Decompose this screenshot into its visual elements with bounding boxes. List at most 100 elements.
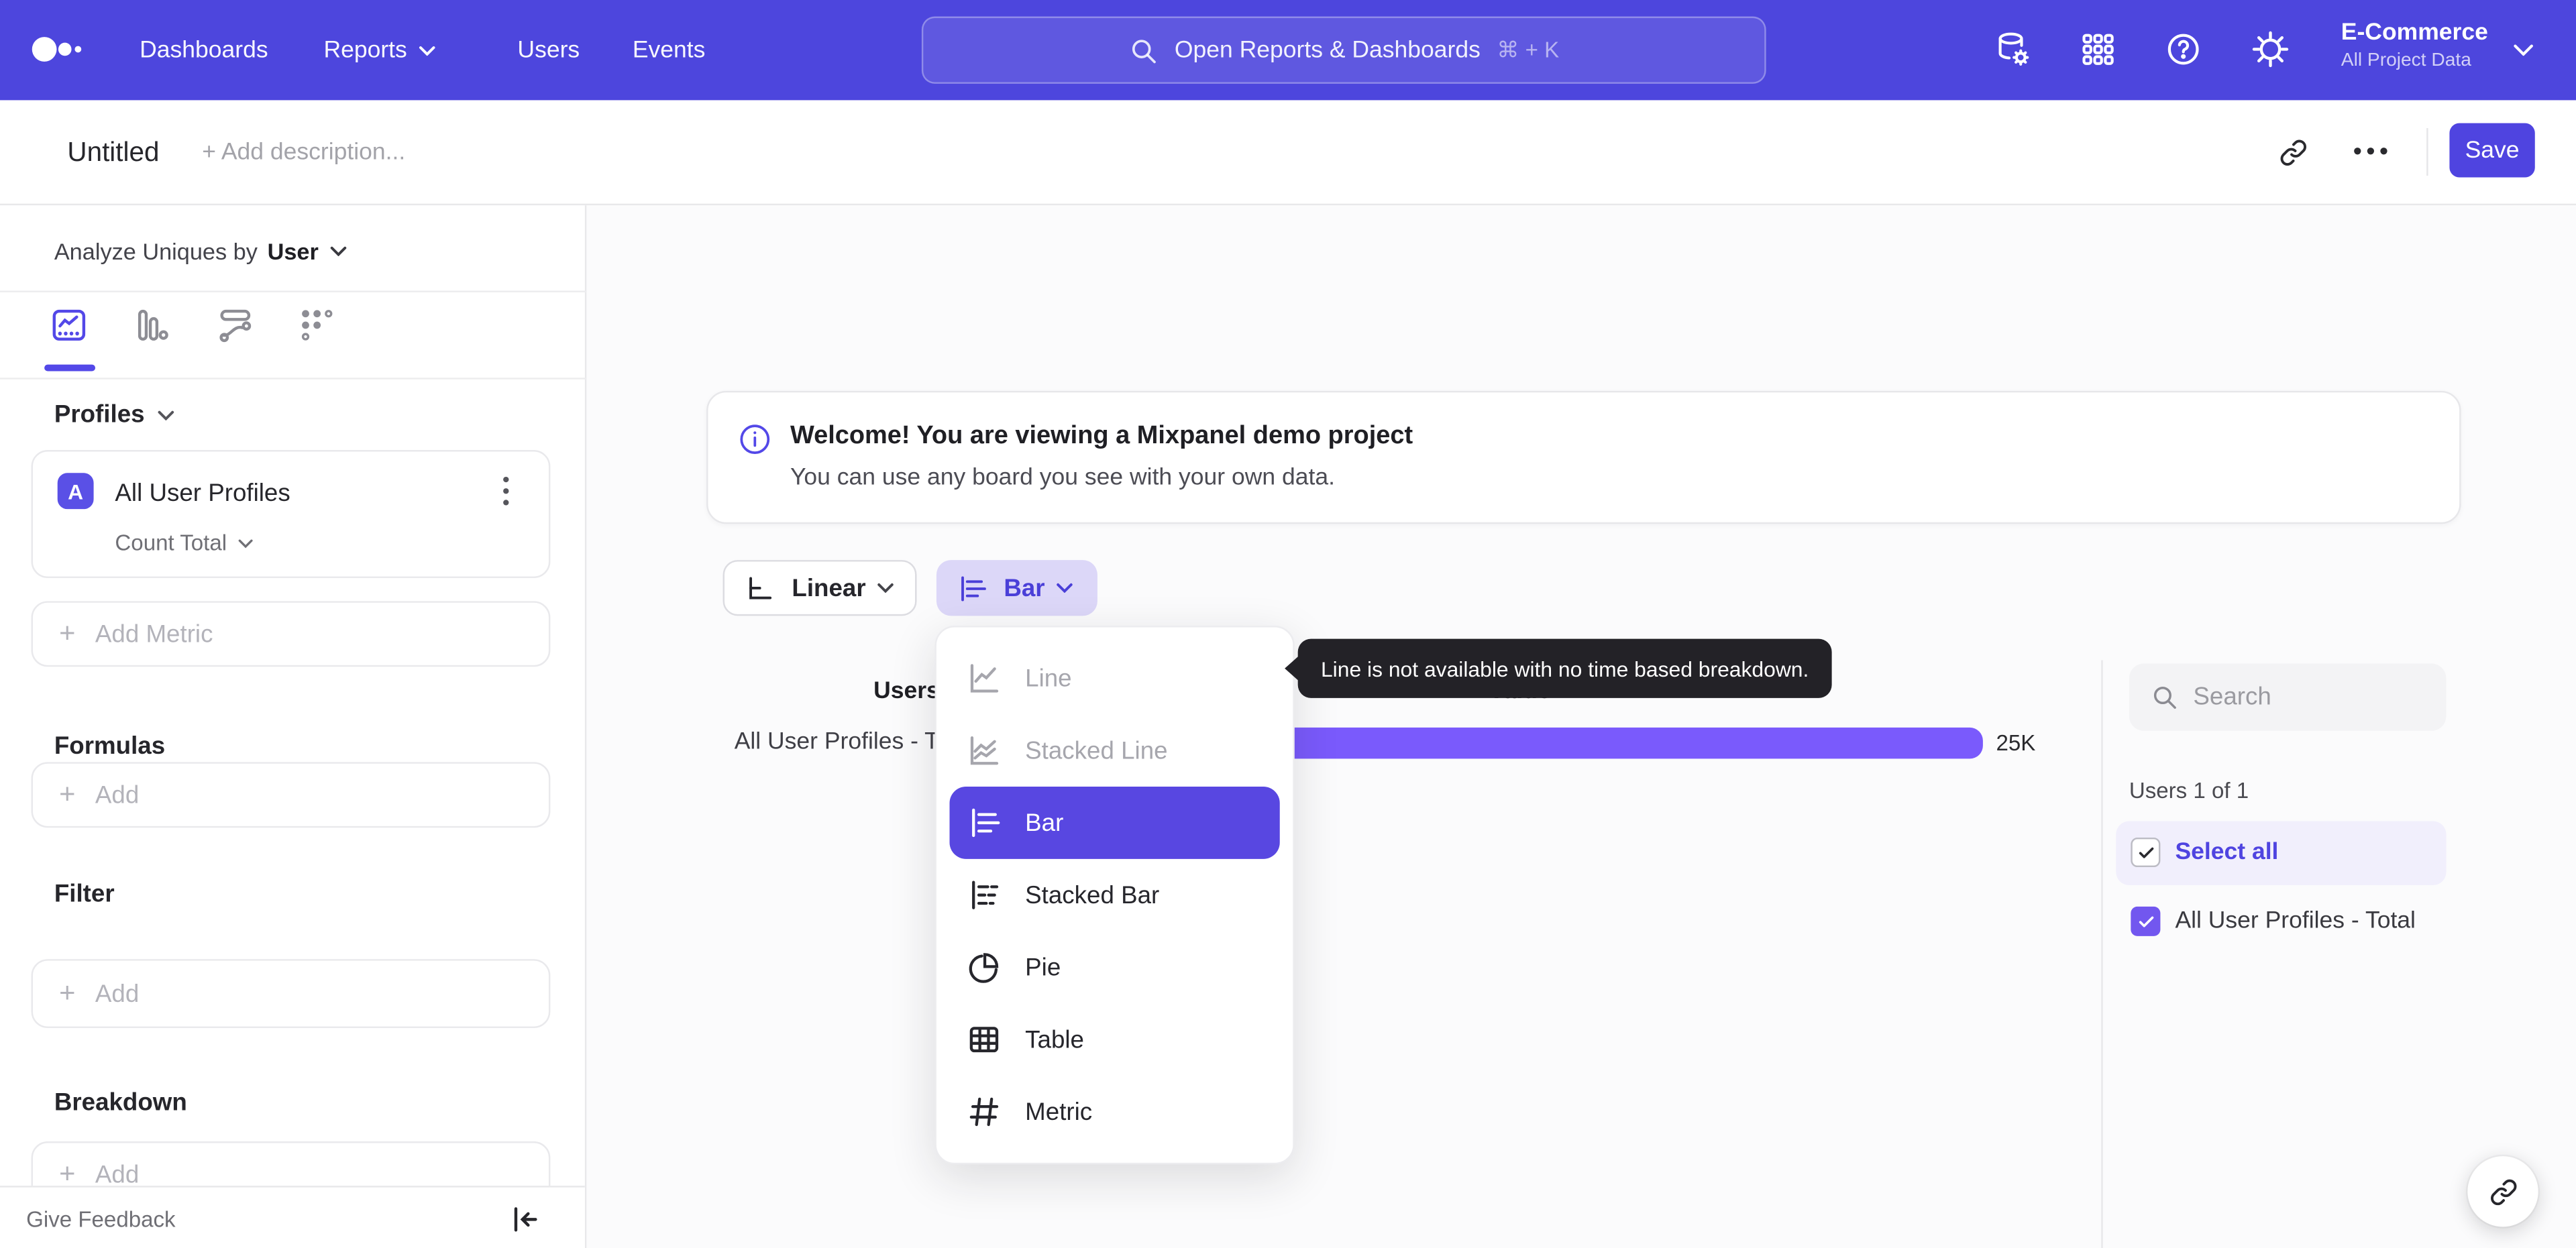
data-management-icon[interactable]: [1993, 30, 2033, 69]
chevron-down-icon: [419, 45, 435, 56]
chart-type-button[interactable]: Bar: [936, 560, 1097, 616]
disabled-option-tooltip: Line is not available with no time based…: [1285, 638, 1832, 698]
select-all-row[interactable]: [2116, 821, 2447, 886]
nav-item-users[interactable]: Users: [517, 0, 580, 100]
menu-item-label: Pie: [1025, 953, 1061, 982]
metric-kebab-icon[interactable]: [502, 476, 509, 506]
plus-icon: +: [59, 617, 76, 649]
filter-section-header: Filter: [54, 881, 115, 909]
analyze-uniques-by: Analyze Uniques by User: [54, 227, 347, 276]
chevron-down-icon: [2514, 44, 2533, 56]
info-icon: [739, 424, 771, 455]
report-title[interactable]: Untitled: [67, 100, 159, 205]
search-icon: [2153, 686, 2176, 709]
add-label: Add: [95, 781, 140, 809]
divider: [0, 378, 587, 380]
metric-name[interactable]: All User Profiles: [115, 479, 290, 508]
divider: [2101, 660, 2103, 1248]
add-description-field[interactable]: + Add description...: [202, 100, 405, 205]
tab-retention[interactable]: [297, 306, 337, 345]
filter-label: Filter: [54, 880, 115, 909]
chevron-down-icon: [158, 410, 174, 420]
search-placeholder: Search: [2193, 683, 2271, 712]
menu-item-label: Stacked Bar: [1025, 881, 1160, 909]
search-placeholder: Open Reports & Dashboards: [1174, 37, 1481, 64]
aggregation-label: Count Total: [115, 530, 227, 555]
more-options-icon[interactable]: [2353, 146, 2387, 176]
metric-aggregation-dropdown[interactable]: Count Total: [115, 530, 253, 555]
save-button[interactable]: Save: [2449, 123, 2535, 178]
metric-letter-badge: A: [57, 473, 94, 510]
copy-link-icon[interactable]: [2279, 138, 2308, 168]
global-search-input[interactable]: Open Reports & Dashboards ⌘ + K: [921, 16, 1766, 84]
stacked-bar-chart-icon: [972, 881, 999, 909]
profiles-section-header[interactable]: Profiles: [54, 401, 174, 429]
active-tab-indicator: [44, 364, 96, 372]
search-icon: [1132, 39, 1156, 63]
menu-item-stacked-line[interactable]: Stacked Line: [936, 714, 1293, 787]
menu-item-bar[interactable]: Bar: [949, 787, 1280, 859]
menu-item-table[interactable]: Table: [936, 1003, 1293, 1076]
menu-item-metric[interactable]: Metric: [936, 1076, 1293, 1148]
banner-subtitle: You can use any board you see with your …: [790, 465, 1335, 492]
metric-card[interactable]: [31, 450, 551, 579]
nav-item-label: Dashboards: [140, 37, 268, 64]
share-link-fab[interactable]: [2467, 1156, 2538, 1227]
add-formula-button[interactable]: + Add: [31, 762, 551, 828]
series-checkbox[interactable]: [2131, 906, 2161, 936]
give-feedback-link[interactable]: Give Feedback: [26, 1207, 175, 1232]
add-label: Add: [95, 1160, 140, 1188]
tab-funnels[interactable]: [131, 306, 171, 345]
formulas-section-header: Formulas: [54, 732, 165, 760]
banner-title: Welcome! You are viewing a Mixpanel demo…: [790, 422, 1413, 451]
series-search-input[interactable]: Search: [2129, 663, 2447, 731]
add-label: Add: [95, 979, 140, 1008]
analyze-label: Analyze Uniques by: [54, 238, 258, 265]
bar-chart-icon: [961, 575, 986, 601]
tab-insights[interactable]: [49, 306, 89, 345]
apps-grid-icon[interactable]: [2078, 30, 2118, 69]
menu-item-pie[interactable]: Pie: [936, 931, 1293, 1004]
nav-item-label: Users: [517, 37, 580, 64]
menu-item-line[interactable]: Line: [936, 642, 1293, 715]
line-chart-icon: [970, 664, 999, 693]
formulas-label: Formulas: [54, 732, 166, 760]
top-nav: Dashboards Reports Users Events Open Rep…: [0, 0, 2576, 101]
bar-chart-icon: [972, 808, 1000, 838]
add-metric-button[interactable]: + Add Metric: [31, 601, 551, 667]
scale-label: Linear: [792, 573, 866, 602]
menu-item-label: Table: [1025, 1025, 1084, 1054]
project-name: E-Commerce: [2341, 19, 2488, 46]
series-count-label: Users 1 of 1: [2129, 778, 2249, 803]
help-icon[interactable]: [2163, 30, 2203, 69]
linear-scale-icon: [749, 576, 772, 599]
add-filter-button[interactable]: + Add: [31, 959, 551, 1029]
mixpanel-logo-icon[interactable]: [30, 34, 85, 64]
analyze-value-dropdown[interactable]: User: [268, 238, 319, 264]
chart-type-menu: Line Stacked Line Bar Stacked Bar Pie Ta…: [934, 626, 1295, 1165]
column-header-users: Users: [873, 678, 940, 705]
menu-item-label: Line: [1025, 664, 1072, 693]
app-root: Dashboards Reports Users Events Open Rep…: [0, 0, 2576, 1248]
chevron-down-icon: [238, 538, 253, 548]
project-selector[interactable]: E-Commerce All Project Data: [2341, 16, 2488, 74]
nav-item-dashboards[interactable]: Dashboards: [140, 0, 268, 100]
menu-item-label: Metric: [1025, 1098, 1093, 1126]
nav-item-reports[interactable]: Reports: [323, 0, 435, 100]
save-button-label: Save: [2465, 137, 2520, 164]
nav-item-events[interactable]: Events: [633, 0, 706, 100]
scale-selector-button[interactable]: Linear: [722, 560, 917, 616]
select-all-checkbox[interactable]: [2131, 837, 2161, 868]
nav-item-label: Reports: [323, 37, 407, 64]
chevron-down-icon: [330, 246, 346, 257]
menu-item-stacked-bar[interactable]: Stacked Bar: [936, 859, 1293, 931]
series-row-label: All User Profiles - Total: [2175, 908, 2416, 935]
collapse-sidebar-icon[interactable]: [513, 1207, 539, 1232]
search-shortcut: ⌘ + K: [1497, 37, 1560, 62]
plus-icon: +: [59, 977, 76, 1009]
table-icon: [969, 1027, 999, 1053]
settings-gear-icon[interactable]: [2251, 30, 2290, 69]
pie-chart-icon: [969, 953, 999, 983]
link-icon: [2489, 1178, 2516, 1204]
tab-flows[interactable]: [215, 306, 255, 345]
